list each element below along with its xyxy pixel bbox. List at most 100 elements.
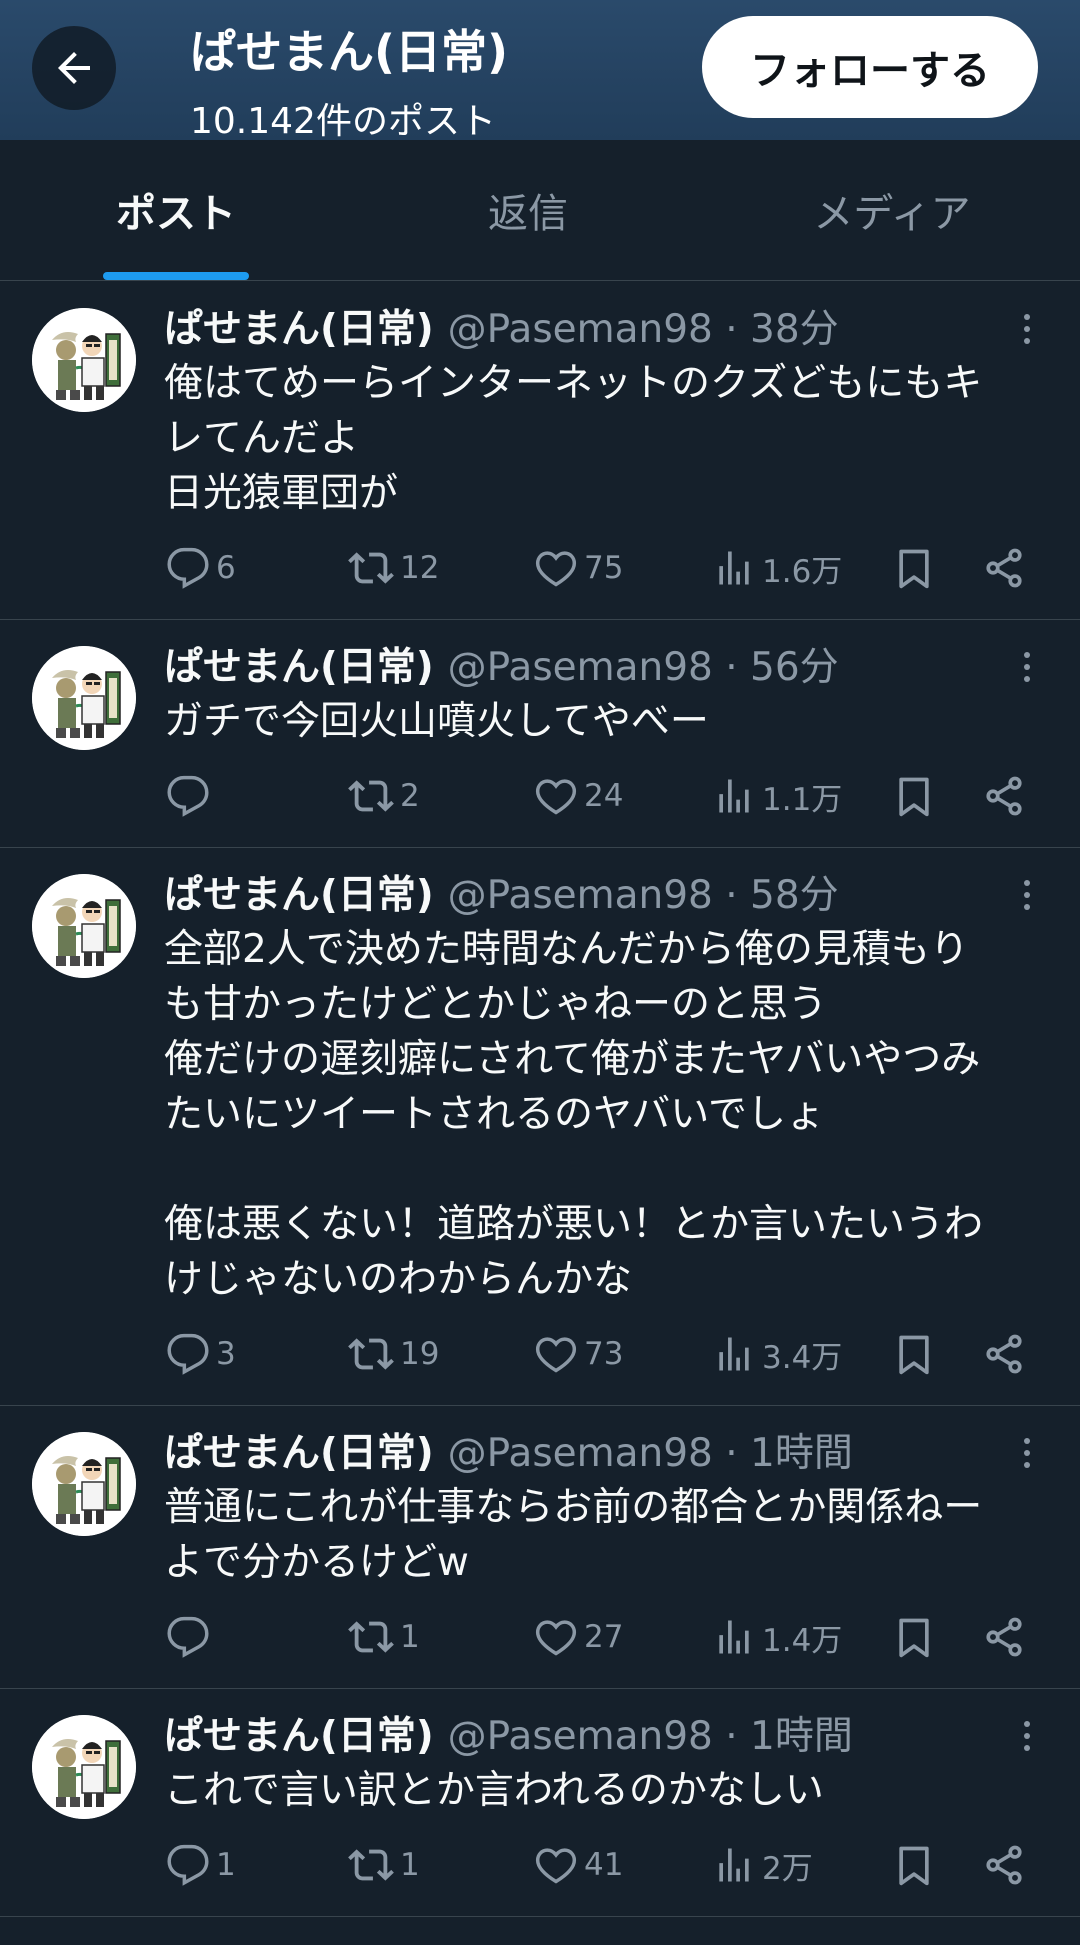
like-count: 24: [584, 778, 624, 814]
repost-button[interactable]: 2: [348, 766, 420, 826]
bookmark-button[interactable]: [892, 538, 936, 598]
like-count: 73: [584, 1336, 624, 1372]
tab-replies[interactable]: 返信: [352, 140, 704, 280]
tab-posts[interactable]: ポスト: [0, 140, 352, 280]
heart-icon: [535, 779, 577, 815]
post-author-name[interactable]: ぱせまん(日常): [164, 1705, 434, 1761]
analytics-icon: [719, 1620, 749, 1654]
repost-button[interactable]: 19: [348, 1324, 439, 1384]
post-header: ぱせまん(日常) @Paseman98 · 1時間: [164, 1705, 853, 1761]
post-handle-time: @Paseman98 · 1時間: [447, 1431, 853, 1476]
reply-count: 1: [216, 1847, 236, 1883]
post-actions: 3 19 73 3.4万: [0, 1324, 1080, 1384]
analytics-icon: [719, 779, 749, 813]
avatar[interactable]: [32, 1715, 136, 1819]
share-button[interactable]: [982, 1324, 1026, 1384]
like-button[interactable]: 27: [534, 1607, 623, 1667]
post-author-name[interactable]: ぱせまん(日常): [164, 1422, 434, 1478]
post-item[interactable]: ぱせまん(日常) @Paseman98 · 56分 ガチで今回火山噴火してやべー…: [0, 620, 1080, 848]
repost-button[interactable]: 12: [348, 538, 439, 598]
views-count: 1.4万: [762, 1622, 843, 1659]
views-button[interactable]: 1.1万: [712, 766, 842, 826]
post-text: 俺はてめーらインターネットのクズどもにもキ レてんだよ 日光猿軍団が: [164, 361, 983, 516]
avatar[interactable]: [32, 646, 136, 750]
views-button[interactable]: 2万: [712, 1835, 813, 1895]
post-item[interactable]: ぱせまん(日常) @Paseman98 · 38分 俺はてめーらインターネットの…: [0, 282, 1080, 620]
profile-tabs: ポスト 返信 メディア: [0, 140, 1080, 281]
profile-header: ぱせまん(日常) 10.142件のポスト フォローする: [0, 0, 1080, 142]
post-actions: 6 12 75 1.6万: [0, 538, 1080, 598]
post-author-name[interactable]: ぱせまん(日常): [164, 298, 434, 354]
views-button[interactable]: 1.4万: [712, 1607, 842, 1667]
like-button[interactable]: 75: [534, 538, 623, 598]
share-icon: [986, 1334, 1022, 1374]
more-vertical-icon[interactable]: [1012, 870, 1042, 920]
like-button[interactable]: 41: [534, 1835, 623, 1895]
repost-button[interactable]: 1: [348, 1835, 420, 1895]
post-item[interactable]: ぱせまん(日常) @Paseman98 · 58分 全部2人で決めた時間なんだか…: [0, 848, 1080, 1406]
share-button[interactable]: [982, 766, 1026, 826]
share-icon: [986, 548, 1022, 588]
reply-button[interactable]: 6: [166, 538, 236, 598]
bookmark-button[interactable]: [892, 1607, 936, 1667]
post-handle-time: @Paseman98 · 38分: [447, 307, 839, 352]
avatar[interactable]: [32, 874, 136, 978]
share-icon: [986, 1617, 1022, 1657]
post-item[interactable]: ぱせまん(日常) @Paseman98 · 1時間 これで言い訳とか言われるのか…: [0, 1689, 1080, 1917]
like-button[interactable]: 73: [534, 1324, 623, 1384]
repost-icon: [348, 552, 394, 584]
avatar[interactable]: [32, 1432, 136, 1536]
like-button[interactable]: 24: [534, 766, 623, 826]
analytics-icon: [719, 1848, 749, 1882]
post-author-name[interactable]: ぱせまん(日常): [164, 636, 434, 692]
more-vertical-icon[interactable]: [1012, 1428, 1042, 1478]
share-icon: [986, 776, 1022, 816]
views-button[interactable]: 3.4万: [712, 1324, 842, 1384]
share-button[interactable]: [982, 1607, 1026, 1667]
like-count: 75: [584, 550, 624, 586]
heart-icon: [535, 1337, 577, 1373]
repost-count: 2: [400, 778, 420, 814]
reply-button[interactable]: [166, 766, 216, 826]
more-vertical-icon[interactable]: [1012, 304, 1042, 354]
repost-button[interactable]: 1: [348, 1607, 420, 1667]
bookmark-icon: [899, 1335, 929, 1375]
bookmark-button[interactable]: [892, 1324, 936, 1384]
repost-count: 19: [400, 1336, 440, 1372]
views-button[interactable]: 1.6万: [712, 538, 842, 598]
reply-button[interactable]: 1: [166, 1835, 236, 1895]
tab-label: ポスト: [116, 191, 236, 237]
post-header: ぱせまん(日常) @Paseman98 · 56分: [164, 636, 839, 692]
reply-button[interactable]: 3: [166, 1324, 236, 1384]
post-count: 10.142件のポスト: [190, 101, 496, 142]
share-button[interactable]: [982, 1835, 1026, 1895]
post-actions: 2 24 1.1万: [0, 766, 1080, 826]
more-vertical-icon[interactable]: [1012, 1711, 1042, 1761]
analytics-icon: [719, 1337, 749, 1371]
post-header: ぱせまん(日常) @Paseman98 · 38分: [164, 298, 839, 354]
post-handle-time: @Paseman98 · 58分: [447, 873, 839, 918]
more-vertical-icon[interactable]: [1012, 642, 1042, 692]
follow-button[interactable]: フォローする: [702, 16, 1038, 118]
post-actions: 1 1 41 2万: [0, 1835, 1080, 1895]
bookmark-icon: [899, 1618, 929, 1658]
reply-button[interactable]: [166, 1607, 216, 1667]
tab-active-indicator: [103, 272, 249, 280]
tab-media[interactable]: メディア: [704, 140, 1080, 280]
back-button[interactable]: [32, 26, 116, 110]
repost-icon: [348, 1849, 394, 1881]
post-header: ぱせまん(日常) @Paseman98 · 1時間: [164, 1422, 853, 1478]
post-item[interactable]: ぱせまん(日常) @Paseman98 · 1時間 普通にこれが仕事ならお前の都…: [0, 1406, 1080, 1689]
share-button[interactable]: [982, 538, 1026, 598]
reply-count: 3: [216, 1336, 236, 1372]
post-header: ぱせまん(日常) @Paseman98 · 58分: [164, 864, 839, 920]
repost-count: 1: [400, 1847, 420, 1883]
post-author-name[interactable]: ぱせまん(日常): [164, 864, 434, 920]
repost-count: 1: [400, 1619, 420, 1655]
post-handle-time: @Paseman98 · 56分: [447, 645, 839, 690]
reply-count: 6: [216, 550, 236, 586]
post-text: ガチで今回火山噴火してやべー: [164, 699, 709, 744]
avatar[interactable]: [32, 308, 136, 412]
bookmark-button[interactable]: [892, 1835, 936, 1895]
bookmark-button[interactable]: [892, 766, 936, 826]
